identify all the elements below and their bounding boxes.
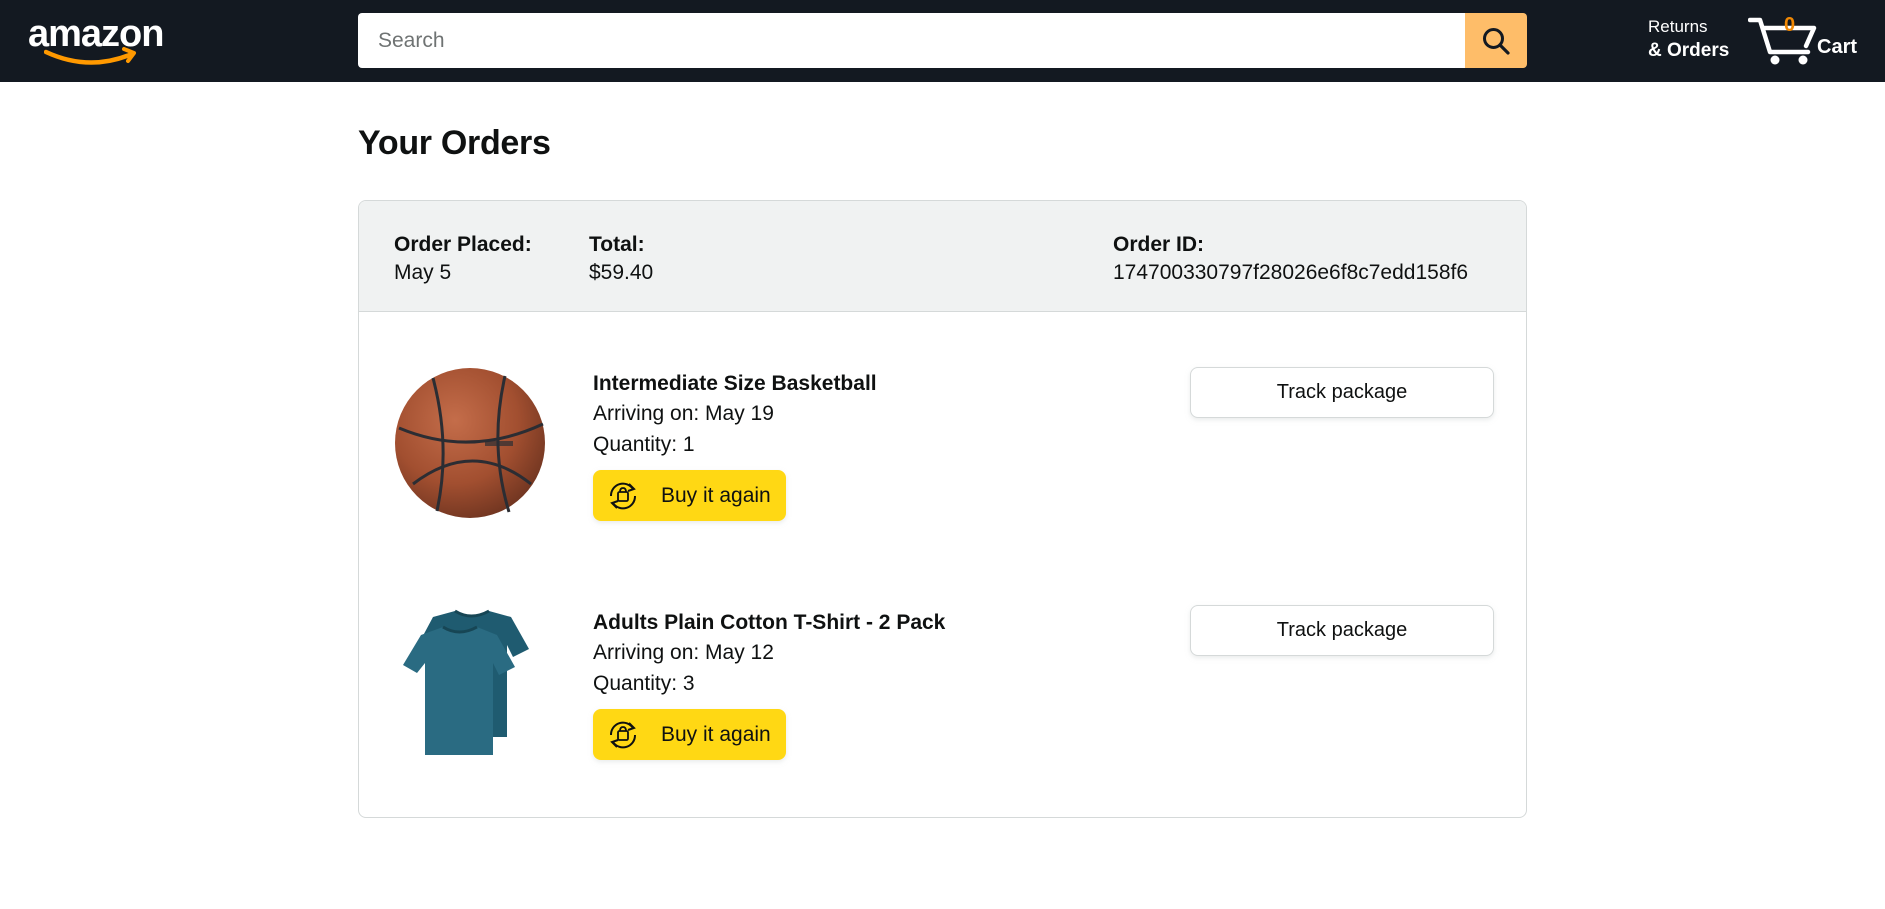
buy-again-label: Buy it again <box>661 722 771 746</box>
item-arriving: Arriving on: May 12 <box>593 641 774 664</box>
order-item: Intermediate Size Basketball Arriving on… <box>359 366 1526 536</box>
order-placed-label: Order Placed: <box>394 233 532 256</box>
cart-count: 0 <box>1784 14 1796 36</box>
order-header: Order Placed: May 5 Total: $59.40 Order … <box>359 201 1526 312</box>
item-name[interactable]: Adults Plain Cotton T-Shirt - 2 Pack <box>593 609 945 637</box>
order-id-label: Order ID: <box>1113 233 1205 256</box>
order-placed: Order Placed: May 5 <box>394 231 532 287</box>
search-bar <box>358 13 1527 68</box>
search-input[interactable] <box>358 13 1465 68</box>
order-total-value: $59.40 <box>589 261 654 284</box>
buy-again-icon <box>609 721 637 748</box>
track-package-button[interactable]: Track package <box>1190 605 1494 656</box>
item-info: Adults Plain Cotton T-Shirt - 2 Pack Arr… <box>593 609 945 760</box>
track-package-button[interactable]: Track package <box>1190 367 1494 418</box>
orders-label: & Orders <box>1648 40 1730 61</box>
top-nav-bar: amazon Returns & Orders 0 Cart <box>0 0 1885 82</box>
buy-again-button[interactable]: Buy it again <box>593 470 786 521</box>
item-quantity: Quantity: 3 <box>593 672 695 695</box>
buy-again-icon <box>609 482 637 509</box>
t-shirt-image[interactable] <box>393 605 548 760</box>
buy-again-button[interactable]: Buy it again <box>593 709 786 760</box>
cart-label: Cart <box>1817 36 1858 58</box>
order-card: Order Placed: May 5 Total: $59.40 Order … <box>358 200 1527 818</box>
returns-label: Returns <box>1648 17 1708 36</box>
logo-smile-icon <box>44 47 136 65</box>
returns-orders-link[interactable]: Returns & Orders <box>1648 15 1729 63</box>
cart-link[interactable]: 0 Cart <box>1748 12 1868 68</box>
order-id-value: 174700330797f28026e6f8c7edd158f6 <box>1113 261 1469 284</box>
order-total-label: Total: <box>589 233 645 256</box>
order-placed-value: May 5 <box>394 261 452 284</box>
amazon-logo[interactable]: amazon <box>28 14 168 66</box>
page-title: Your Orders <box>358 124 551 162</box>
item-info: Intermediate Size Basketball Arriving on… <box>593 370 877 521</box>
item-name[interactable]: Intermediate Size Basketball <box>593 370 877 398</box>
search-button[interactable] <box>1465 13 1527 68</box>
order-total: Total: $59.40 <box>589 231 653 287</box>
cart-icon <box>1748 17 1817 65</box>
order-item: Adults Plain Cotton T-Shirt - 2 Pack Arr… <box>359 605 1526 775</box>
basketball-image[interactable] <box>393 366 548 521</box>
item-quantity: Quantity: 1 <box>593 433 695 456</box>
search-icon <box>1483 27 1510 55</box>
order-id: Order ID: 174700330797f28026e6f8c7edd158… <box>1113 231 1468 287</box>
item-arriving: Arriving on: May 19 <box>593 402 774 425</box>
buy-again-label: Buy it again <box>661 483 771 507</box>
